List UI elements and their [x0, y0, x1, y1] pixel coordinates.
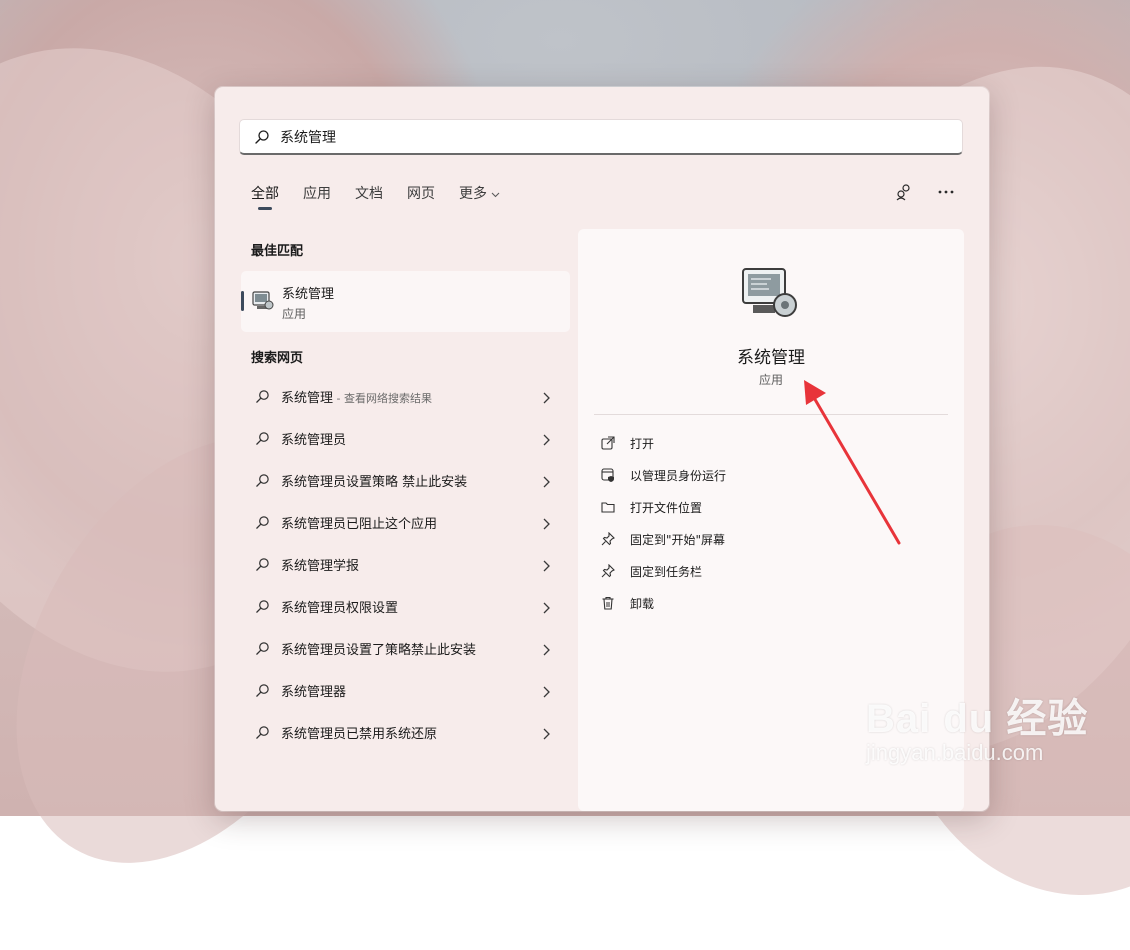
- web-result-text: 系统管理器: [281, 684, 347, 700]
- action-open[interactable]: 打开: [600, 427, 726, 459]
- web-result-text: 系统管理员权限设置: [281, 600, 399, 616]
- watermark-brand: Bai du 经验: [866, 697, 1089, 741]
- action-open-file-location[interactable]: 打开文件位置: [600, 491, 726, 523]
- web-result-hint: - 查看网络搜索结果: [333, 391, 432, 405]
- action-pin-to-start[interactable]: 固定到"开始"屏幕: [600, 523, 726, 555]
- web-result-text: 系统管理员设置策略 禁止此安装: [281, 474, 468, 490]
- chevron-right-icon: [542, 515, 550, 534]
- search-icon: [254, 128, 272, 146]
- tab-more-label: 更多: [459, 186, 487, 202]
- action-label: 以管理员身份运行: [630, 468, 727, 483]
- account-switch-icon[interactable]: [893, 181, 915, 203]
- action-label: 卸载: [630, 596, 655, 611]
- web-result-text: 系统管理员已禁用系统还原: [281, 726, 438, 742]
- search-icon: [255, 430, 271, 446]
- tab-more[interactable]: 更多: [459, 183, 500, 203]
- folder-icon: [600, 499, 616, 515]
- tab-web[interactable]: 网页: [407, 183, 435, 203]
- open-external-icon: [600, 435, 616, 451]
- best-match-heading: 最佳匹配: [251, 244, 304, 259]
- chevron-right-icon: [542, 389, 550, 408]
- detail-title: 系统管理: [737, 348, 805, 368]
- web-result-item[interactable]: 系统管理学报: [241, 543, 570, 585]
- more-options-icon[interactable]: [935, 181, 957, 203]
- action-label: 固定到任务栏: [630, 564, 703, 579]
- search-icon: [255, 682, 271, 698]
- action-label: 打开文件位置: [630, 500, 703, 515]
- system-management-app-icon: [741, 267, 799, 325]
- tab-apps[interactable]: 应用: [303, 183, 331, 203]
- web-result-text: 系统管理学报: [281, 558, 360, 574]
- search-box[interactable]: [239, 119, 963, 155]
- web-result-item[interactable]: 系统管理员: [241, 417, 570, 459]
- trash-icon: [600, 595, 616, 611]
- tab-documents[interactable]: 文档: [355, 183, 383, 203]
- tab-all[interactable]: 全部: [251, 183, 279, 210]
- web-result-text: 系统管理员设置了策略禁止此安装: [281, 642, 477, 658]
- search-icon: [255, 724, 271, 740]
- action-run-as-admin[interactable]: 以管理员身份运行: [600, 459, 726, 491]
- action-label: 打开: [630, 436, 655, 451]
- chevron-down-icon: [491, 186, 500, 202]
- action-pin-to-taskbar[interactable]: 固定到任务栏: [600, 555, 726, 587]
- search-input[interactable]: [278, 127, 922, 146]
- selection-indicator: [241, 291, 244, 311]
- filter-tabs: 全部 应用 文档 网页 更多: [251, 183, 524, 210]
- pin-icon: [600, 531, 616, 547]
- search-icon: [255, 640, 271, 656]
- best-match-item[interactable]: 系统管理 应用: [241, 271, 570, 332]
- action-label: 固定到"开始"屏幕: [630, 532, 726, 547]
- search-icon: [255, 598, 271, 614]
- best-match-name: 系统管理: [282, 287, 335, 302]
- chevron-right-icon: [542, 599, 550, 618]
- web-result-text: 系统管理员: [281, 432, 347, 448]
- chevron-right-icon: [542, 473, 550, 492]
- search-icon: [255, 388, 271, 404]
- web-result-text: 系统管理员已阻止这个应用: [281, 516, 438, 532]
- web-result-text: 系统管理 - 查看网络搜索结果: [281, 390, 432, 406]
- search-icon: [255, 556, 271, 572]
- search-icon: [255, 514, 271, 530]
- system-management-app-icon: [252, 291, 274, 315]
- detail-subtitle: 应用: [758, 373, 783, 387]
- best-match-type: 应用: [282, 307, 307, 321]
- web-result-item[interactable]: 系统管理员权限设置: [241, 585, 570, 627]
- chevron-right-icon: [542, 431, 550, 450]
- chevron-right-icon: [542, 557, 550, 576]
- search-icon: [255, 472, 271, 488]
- action-list: 打开 以管理员身份运行 打开文件位置 固定到"开始"屏幕 固定到任务栏 卸载: [600, 427, 726, 619]
- divider: [594, 414, 948, 415]
- baidu-jingyan-watermark: Bai du 经验 jingyan.baidu.com: [866, 686, 1088, 766]
- chevron-right-icon: [542, 641, 550, 660]
- web-result-item[interactable]: 系统管理员已阻止这个应用: [241, 501, 570, 543]
- web-result-item[interactable]: 系统管理器: [241, 669, 570, 711]
- action-uninstall[interactable]: 卸载: [600, 587, 726, 619]
- run-as-admin-icon: [600, 467, 616, 483]
- web-result-item[interactable]: 系统管理员设置策略 禁止此安装: [241, 459, 570, 501]
- chevron-right-icon: [542, 725, 550, 744]
- web-result-item[interactable]: 系统管理员已禁用系统还原: [241, 711, 570, 753]
- pin-icon: [600, 563, 616, 579]
- web-search-heading: 搜索网页: [251, 351, 304, 366]
- web-results-list: 系统管理 - 查看网络搜索结果 系统管理员 系统管理员设置策略 禁止此安装 系统…: [241, 375, 570, 753]
- web-result-item[interactable]: 系统管理员设置了策略禁止此安装: [241, 627, 570, 669]
- chevron-right-icon: [542, 683, 550, 702]
- web-result-item[interactable]: 系统管理 - 查看网络搜索结果: [241, 375, 570, 417]
